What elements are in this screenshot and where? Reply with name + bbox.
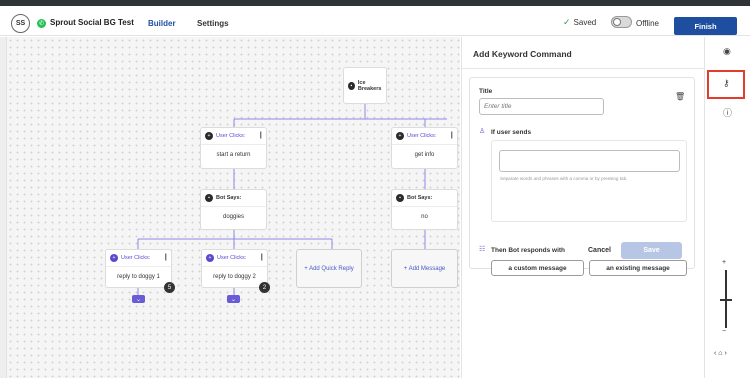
- keywords-input[interactable]: [499, 150, 680, 172]
- child1-text: reply to doggy 1: [117, 274, 160, 280]
- plus-icon: +: [205, 132, 213, 140]
- save-button[interactable]: Save: [621, 242, 682, 259]
- drag-handle-icon[interactable]: ||: [259, 132, 261, 139]
- right-rail: ◉ ⚷ ⓘ + − ‹ ⌂ ›: [704, 37, 750, 378]
- key-icon[interactable]: ⚷: [723, 78, 730, 89]
- tab-builder[interactable]: Builder: [148, 19, 176, 28]
- drag-handle-icon[interactable]: ||: [450, 132, 452, 139]
- left-bot-header: ▪ Bot Says:: [201, 190, 266, 207]
- child1-count-badge: 5: [164, 282, 175, 293]
- existing-message-button[interactable]: an existing message: [589, 260, 687, 276]
- tab-settings[interactable]: Settings: [197, 19, 229, 28]
- bot-name: Sprout Social BG Test: [50, 18, 134, 27]
- right-user-node[interactable]: + User Clicks: || get info: [391, 127, 458, 169]
- eye-icon[interactable]: ◉: [723, 46, 731, 57]
- right-bot-text: no: [421, 214, 428, 220]
- check-icon: ✓: [563, 17, 571, 27]
- plus-icon: +: [206, 254, 214, 262]
- chevron-down-icon[interactable]: ⌄: [132, 295, 145, 303]
- offline-label: Offline: [636, 19, 659, 28]
- zoom-out-icon[interactable]: −: [722, 328, 726, 335]
- trash-icon[interactable]: 🗑: [675, 92, 685, 101]
- child1-header: + User Clicks: ||: [106, 250, 171, 267]
- child1-node[interactable]: + User Clicks: || reply to doggy 1: [105, 249, 172, 288]
- child2-count-badge: 2: [259, 282, 270, 293]
- left-user-node[interactable]: + User Clicks: || start a return: [200, 127, 267, 169]
- title-input[interactable]: Enter title: [479, 98, 604, 115]
- finish-button[interactable]: Finish: [674, 17, 737, 35]
- saved-label: Saved: [573, 18, 597, 27]
- chevron-down-icon[interactable]: ⌄: [227, 295, 240, 303]
- bot-icon: ☷: [479, 246, 486, 253]
- drag-handle-icon[interactable]: ||: [260, 254, 262, 261]
- drag-handle-icon[interactable]: ||: [164, 254, 166, 261]
- keyword-card: Title Enter title 🗑 ♙ If user sends Sepa…: [469, 77, 695, 276]
- whatsapp-icon: ✆: [37, 19, 46, 28]
- zoom-slider-thumb[interactable]: [720, 299, 732, 301]
- avatar[interactable]: SS: [11, 14, 30, 33]
- toggle-knob: [613, 18, 621, 26]
- bookmark-icon: ▪: [396, 194, 404, 202]
- right-user-text: get info: [414, 152, 435, 158]
- add-message-button[interactable]: + Add Message: [391, 249, 458, 288]
- panel-divider: [462, 68, 704, 69]
- root-label: Ice Breakers: [357, 80, 382, 92]
- right-bot-header: ▪ Bot Says:: [392, 190, 457, 207]
- left-user-type: User Clicks:: [216, 133, 246, 139]
- left-edge: [0, 37, 7, 378]
- left-bot-type: Bot Says:: [216, 195, 242, 201]
- title-label: Title: [479, 88, 493, 95]
- zoom-in-icon[interactable]: +: [722, 259, 726, 266]
- child2-text: reply to doggy 2: [213, 274, 256, 280]
- bookmark-icon: ▪: [348, 82, 355, 90]
- keywords-hint: Separate words and phrases with a comma …: [500, 176, 628, 181]
- right-bot-type: Bot Says:: [407, 195, 433, 201]
- left-user-header: + User Clicks: ||: [201, 128, 266, 145]
- if-user-sends-label: If user sends: [491, 129, 532, 136]
- navigation-icon[interactable]: ‹ ⌂ ›: [714, 350, 727, 357]
- keywords-box: Separate words and phrases with a comma …: [491, 140, 687, 222]
- panel-title: Add Keyword Command: [473, 49, 572, 59]
- cancel-button[interactable]: Cancel: [588, 247, 611, 254]
- custom-message-button[interactable]: a custom message: [491, 260, 584, 276]
- left-bot-text: doggies: [222, 214, 245, 220]
- right-user-type: User Clicks:: [407, 133, 437, 139]
- child1-type: User Clicks:: [121, 255, 151, 261]
- root-header: ▪ Ice Breakers: [344, 68, 386, 104]
- help-icon[interactable]: ⓘ: [723, 106, 732, 119]
- bookmark-icon: ▪: [205, 194, 213, 202]
- right-user-header: + User Clicks: ||: [392, 128, 457, 145]
- offline-toggle[interactable]: [611, 16, 632, 28]
- child2-node[interactable]: + User Clicks: || reply to doggy 2: [201, 249, 268, 288]
- child2-header: + User Clicks: ||: [202, 250, 267, 267]
- child2-type: User Clicks:: [217, 255, 247, 261]
- left-user-text: start a return: [216, 152, 251, 158]
- saved-status: ✓ Saved: [563, 17, 596, 28]
- user-icon: ♙: [479, 128, 486, 135]
- left-bot-node[interactable]: ▪ Bot Says: doggies: [200, 189, 267, 230]
- keyword-panel: Add Keyword Command Title Enter title 🗑 …: [461, 37, 704, 378]
- app-header: SS ✆ Sprout Social BG Test Builder Setti…: [0, 6, 750, 41]
- right-bot-node[interactable]: ▪ Bot Says: no: [391, 189, 458, 230]
- flow-canvas[interactable]: ▪ Ice Breakers + User Clicks: || start a…: [7, 37, 460, 378]
- then-bot-label: Then Bot responds with: [491, 247, 566, 254]
- plus-icon: +: [396, 132, 404, 140]
- plus-icon: +: [110, 254, 118, 262]
- add-quick-reply-button[interactable]: + Add Quick Reply: [296, 249, 362, 288]
- root-node[interactable]: ▪ Ice Breakers: [343, 67, 387, 104]
